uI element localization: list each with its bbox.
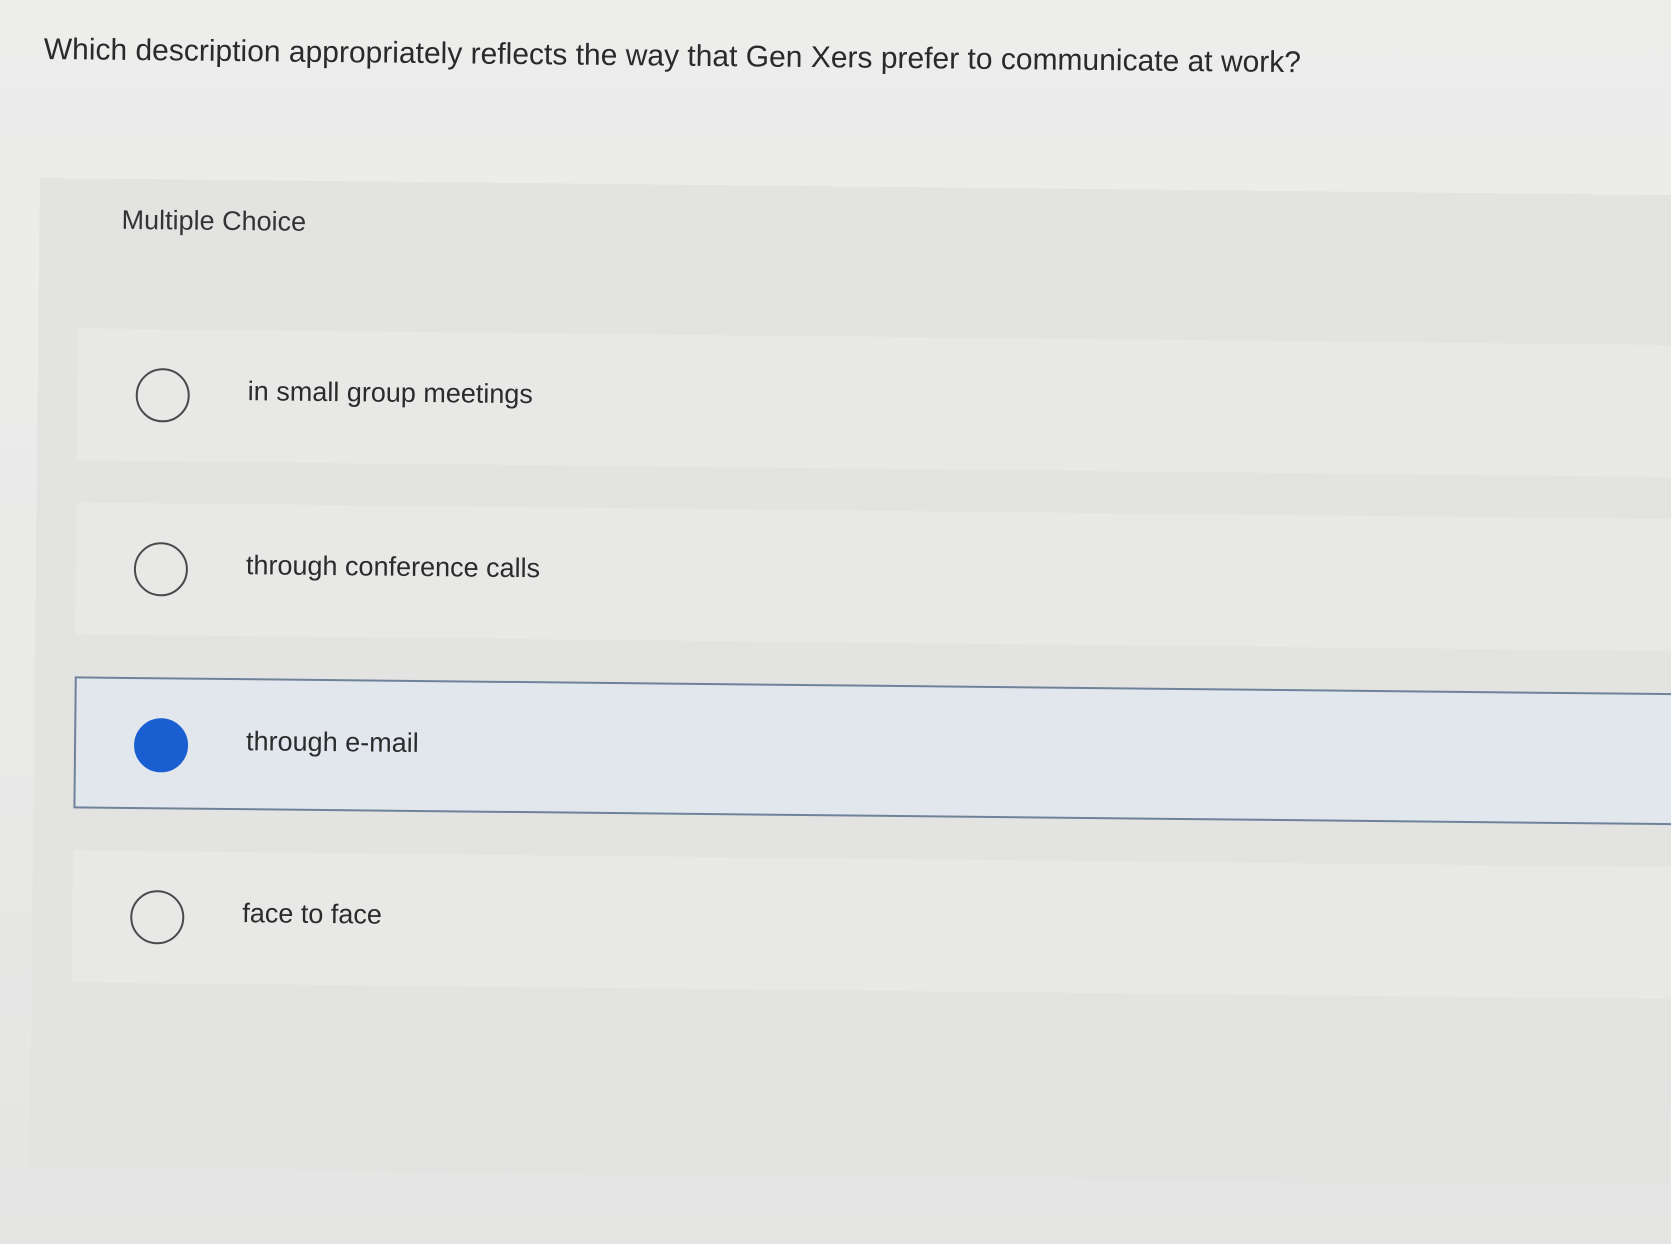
option-through-conference-calls[interactable]: through conference calls: [75, 502, 1671, 652]
option-label: through conference calls: [245, 550, 541, 584]
option-label: in small group meetings: [247, 376, 534, 410]
radio-button[interactable]: [133, 542, 189, 597]
option-label: through e-mail: [245, 726, 419, 758]
answer-panel: Multiple Choice in small group meetings …: [29, 178, 1671, 1186]
option-through-e-mail[interactable]: through e-mail: [73, 676, 1671, 826]
option-label: face to face: [242, 898, 383, 930]
radio-button-selected[interactable]: [133, 718, 189, 773]
radio-button[interactable]: [135, 368, 191, 423]
question-type-label: Multiple Choice: [121, 204, 307, 237]
radio-button[interactable]: [129, 889, 185, 945]
page: Which description appropriately reflects…: [0, 0, 1671, 1244]
option-in-small-group-meetings[interactable]: in small group meetings: [77, 328, 1671, 478]
option-face-to-face[interactable]: face to face: [71, 850, 1671, 1000]
question-text: Which description appropriately reflects…: [43, 32, 1302, 80]
